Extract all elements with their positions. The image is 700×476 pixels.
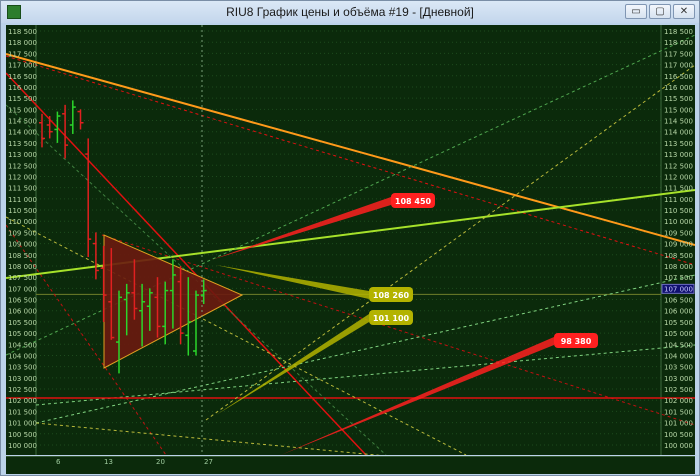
y-tick-label: 109 000: [8, 241, 37, 249]
y-tick-label: 109 500: [664, 229, 693, 237]
y-tick-label: 110 000: [8, 218, 37, 226]
price-label-text: 98 380: [561, 337, 592, 346]
y-tick-label: 107 500: [8, 274, 37, 282]
y-tick-label: 107 500: [664, 274, 693, 282]
y-tick-label: 112 000: [8, 173, 37, 181]
y-tick-label: 116 000: [664, 84, 693, 92]
y-tick-label: 116 500: [8, 73, 37, 81]
y-tick-label: 103 000: [8, 375, 37, 383]
y-tick-label: 103 500: [8, 364, 37, 372]
y-tick-label: 115 000: [664, 106, 693, 114]
y-tick-label: 106 000: [664, 308, 693, 316]
y-tick-label: 102 500: [664, 386, 693, 394]
y-tick-label: 110 000: [664, 218, 693, 226]
y-tick-label: 100 500: [664, 431, 693, 439]
y-tick-label: 111 000: [8, 196, 37, 204]
y-tick-label: 101 000: [8, 420, 37, 428]
y-tick-label: 106 500: [8, 297, 37, 305]
title-bar[interactable]: RIU8 График цены и объёма #19 - [Дневной…: [1, 1, 699, 23]
y-tick-label: 117 000: [8, 62, 37, 70]
y-tick-label: 101 500: [8, 408, 37, 416]
y-tick-label: 117 500: [664, 50, 693, 58]
y-tick-label: 114 500: [8, 118, 37, 126]
y-tick-label: 111 500: [8, 185, 37, 193]
close-button[interactable]: ✕: [673, 4, 695, 19]
y-tick-label: 107 000: [8, 285, 37, 293]
y-tick-label: 108 000: [8, 263, 37, 271]
y-tick-label: 105 500: [8, 319, 37, 327]
y-tick-label: 100 000: [664, 442, 693, 450]
y-tick-label: 103 000: [664, 375, 693, 383]
y-tick-label: 103 500: [664, 364, 693, 372]
y-tick-label: 104 000: [664, 352, 693, 360]
y-tick-label: 118 500: [664, 28, 693, 36]
y-tick-label: 102 000: [8, 397, 37, 405]
chart-area[interactable]: 108 450 108 260 101 100 98 380 118 500 118 0…: [6, 25, 695, 455]
window-title: RIU8 График цены и объёма #19 - [Дневной…: [226, 5, 474, 19]
y-tick-label: 105 000: [8, 330, 37, 338]
y-tick-label: 106 500: [664, 297, 693, 305]
time-axis: 6 13 20 27: [6, 456, 695, 474]
y-tick-label: 113 000: [8, 151, 37, 159]
y-tick-label: 117 000: [664, 62, 693, 70]
y-tick-label: 101 000: [664, 420, 693, 428]
y-tick-label: 104 500: [664, 341, 693, 349]
y-tick-label: 105 000: [664, 330, 693, 338]
y-tick-label: 101 500: [664, 408, 693, 416]
y-tick-label: 108 500: [8, 252, 37, 260]
y-tick-label: 112 500: [664, 162, 693, 170]
y-tick-label: 113 500: [664, 140, 693, 148]
y-tick-label: 104 000: [8, 352, 37, 360]
x-tick-label: 13: [104, 458, 113, 466]
y-tick-label: 108 000: [664, 263, 693, 271]
y-tick-label: 116 500: [664, 73, 693, 81]
y-tick-label: 115 500: [664, 95, 693, 103]
y-tick-label: 105 500: [664, 319, 693, 327]
x-tick-label: 6: [56, 458, 61, 466]
y-tick-label: 111 000: [664, 196, 693, 204]
y-tick-label: 110 500: [664, 207, 693, 215]
y-tick-label: 110 500: [8, 207, 37, 215]
y-tick-label: 118 000: [664, 39, 693, 47]
y-tick-label: 112 000: [664, 173, 693, 181]
y-tick-label: 118 000: [8, 39, 37, 47]
chart-window: RIU8 График цены и объёма #19 - [Дневной…: [0, 0, 700, 476]
x-tick-label: 27: [204, 458, 213, 466]
y-tick-label: 104 500: [8, 341, 37, 349]
y-tick-label: 111 500: [664, 185, 693, 193]
y-tick-label: 116 000: [8, 84, 37, 92]
y-tick-label: 102 500: [8, 386, 37, 394]
maximize-button[interactable]: ▢: [649, 4, 671, 19]
y-tick-label: 100 000: [8, 442, 37, 450]
minimize-button[interactable]: ▭: [625, 4, 647, 19]
y-tick-label: 117 500: [8, 50, 37, 58]
y-tick-label: 114 000: [8, 129, 37, 137]
y-tick-label: 106 000: [8, 308, 37, 316]
price-label-text: 101 100: [373, 314, 410, 323]
y-tick-label: 118 500: [8, 28, 37, 36]
y-tick-label: 114 000: [664, 129, 693, 137]
y-tick-label: 109 000: [664, 241, 693, 249]
y-tick-label: 115 000: [8, 106, 37, 114]
price-chart[interactable]: 108 450 108 260 101 100 98 380 118 500 118 0…: [6, 25, 695, 455]
y-tick-label: 115 500: [8, 95, 37, 103]
current-price-label: 107 000: [664, 285, 693, 293]
y-tick-label: 102 000: [664, 397, 693, 405]
y-tick-label: 113 000: [664, 151, 693, 159]
price-label-text: 108 450: [395, 197, 432, 206]
y-tick-label: 108 500: [664, 252, 693, 260]
y-tick-label: 113 500: [8, 140, 37, 148]
y-tick-label: 114 500: [664, 118, 693, 126]
y-tick-label: 112 500: [8, 162, 37, 170]
y-tick-label: 100 500: [8, 431, 37, 439]
y-tick-label: 109 500: [8, 229, 37, 237]
x-tick-label: 20: [156, 458, 165, 466]
price-label-text: 108 260: [373, 291, 410, 300]
